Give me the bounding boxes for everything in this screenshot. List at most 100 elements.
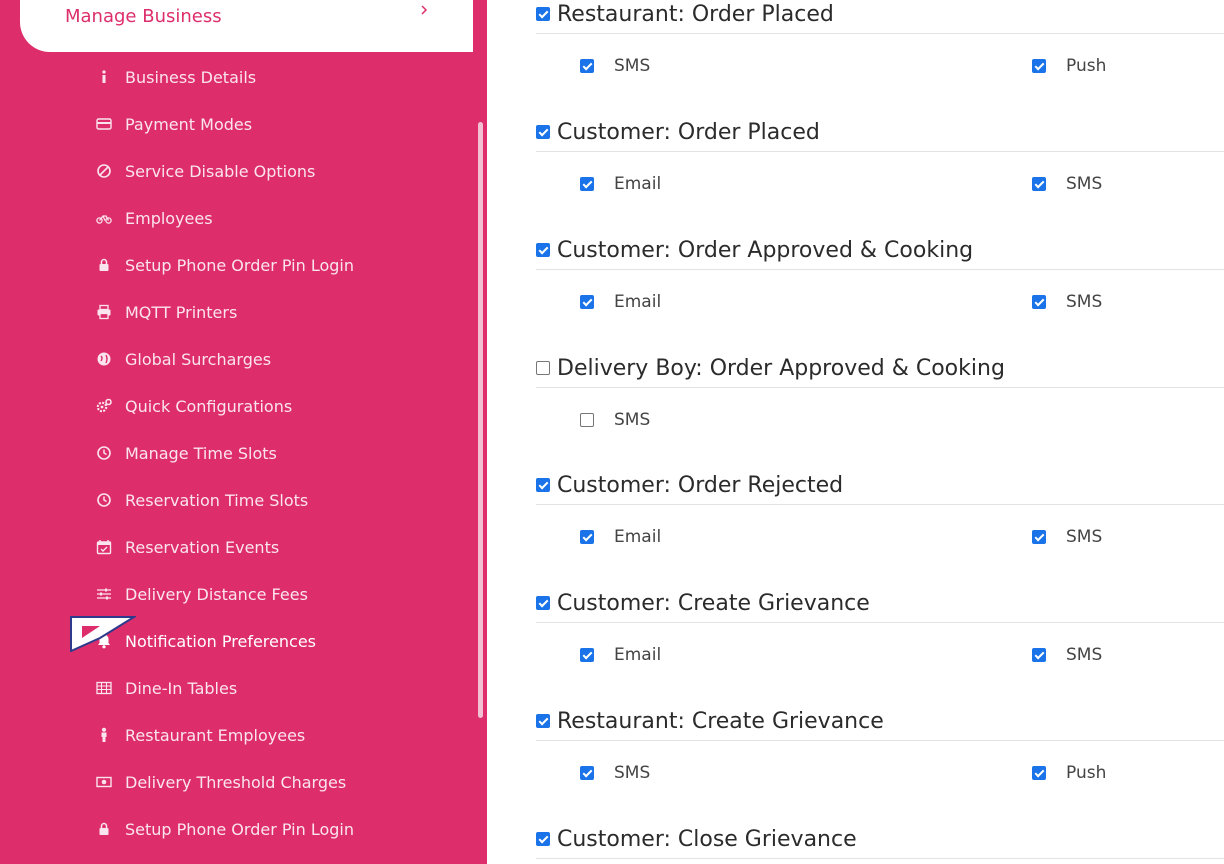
notification-channel-option[interactable]: SMS: [580, 410, 650, 430]
sidebar-item-service-disable-options[interactable]: Service Disable Options: [93, 159, 453, 183]
menu-manage-business-label: Manage Business: [65, 6, 222, 27]
money-icon: [93, 774, 115, 790]
sidebar-item-quick-configurations[interactable]: Quick Configurations: [93, 394, 453, 418]
channel-label: Push: [1066, 763, 1107, 783]
divider: [536, 33, 1224, 34]
sidebar-item-setup-phone-order-pin-login[interactable]: Setup Phone Order Pin Login: [93, 253, 453, 277]
sidebar-item-notification-preferences[interactable]: Notification Preferences: [93, 629, 453, 653]
notification-channel-option[interactable]: Push: [1032, 763, 1106, 783]
sidebar-item-payment-modes[interactable]: Payment Modes: [93, 112, 453, 136]
sidebar-item-reservation-time-slots[interactable]: Reservation Time Slots: [93, 488, 453, 512]
sidebar-item-label: Setup Phone Order Pin Login: [125, 255, 354, 275]
channel-checkbox[interactable]: [1032, 530, 1046, 544]
channel-label: Email: [614, 292, 662, 312]
notification-group-header[interactable]: Restaurant: Create Grievance: [536, 703, 1224, 739]
channel-label: SMS: [1066, 292, 1103, 312]
group-checkbox[interactable]: [536, 125, 550, 139]
notification-group-header[interactable]: Customer: Order Rejected: [536, 467, 1224, 503]
notification-channel-option[interactable]: SMS: [1032, 527, 1102, 547]
sidebar-item-label: Business Details: [125, 67, 257, 87]
notification-channel-option[interactable]: Email: [580, 174, 661, 194]
channel-checkbox[interactable]: [580, 295, 594, 309]
globe-icon: [93, 351, 115, 367]
notification-group-header[interactable]: Customer: Order Placed: [536, 114, 1224, 150]
channel-label: Email: [614, 527, 662, 547]
sidebar-item-label: Manage Time Slots: [125, 443, 277, 463]
sidebar-item-employees[interactable]: Employees: [93, 206, 453, 230]
printer-icon: [93, 304, 115, 320]
sidebar-item-delivery-distance-fees[interactable]: Delivery Distance Fees: [93, 582, 453, 606]
channel-checkbox[interactable]: [580, 766, 594, 780]
channel-label: SMS: [614, 410, 651, 430]
channel-checkbox[interactable]: [580, 413, 594, 427]
group-checkbox[interactable]: [536, 714, 550, 728]
sidebar-item-setup-phone-order-pin-login[interactable]: Setup Phone Order Pin Login: [93, 817, 453, 841]
notification-channel-option[interactable]: Email: [580, 292, 661, 312]
divider: [536, 622, 1224, 623]
sidebar-item-global-surcharges[interactable]: Global Surcharges: [93, 347, 453, 371]
notification-group-header[interactable]: Delivery Boy: Order Approved & Cooking: [536, 350, 1224, 386]
notification-group-header[interactable]: Customer: Create Grievance: [536, 585, 1224, 621]
channel-checkbox[interactable]: [1032, 648, 1046, 662]
sidebar-item-label: Dine-In Tables: [125, 678, 238, 698]
channel-checkbox[interactable]: [580, 177, 594, 191]
sliders-icon: [93, 586, 115, 602]
sidebar-scrollbar[interactable]: [478, 122, 483, 718]
channel-checkbox[interactable]: [580, 530, 594, 544]
notification-group-title: Customer: Create Grievance: [557, 590, 870, 616]
notification-preferences-panel: Restaurant: Order Placed SMS Push Customer:…: [487, 0, 1224, 864]
notification-channel-option[interactable]: Email: [580, 527, 661, 547]
sidebar-item-label: Delivery Distance Fees: [125, 584, 308, 604]
group-checkbox[interactable]: [536, 596, 550, 610]
notification-group-title: Customer: Order Placed: [557, 119, 820, 145]
divider: [536, 387, 1224, 388]
channel-checkbox[interactable]: [1032, 295, 1046, 309]
sidebar-item-label: Payment Modes: [125, 114, 253, 134]
notification-channel-option[interactable]: SMS: [1032, 174, 1102, 194]
group-checkbox[interactable]: [536, 478, 550, 492]
sidebar-item-restaurant-employees[interactable]: Restaurant Employees: [93, 723, 453, 747]
divider: [536, 269, 1224, 270]
channel-checkbox[interactable]: [580, 648, 594, 662]
group-checkbox[interactable]: [536, 243, 550, 257]
notification-channel-option[interactable]: SMS: [1032, 292, 1102, 312]
group-checkbox[interactable]: [536, 7, 550, 21]
credit-card-icon: [93, 116, 115, 132]
info-icon: [93, 69, 115, 85]
notification-channel-option[interactable]: SMS: [580, 56, 650, 76]
sidebar-item-manage-time-slots[interactable]: Manage Time Slots: [93, 441, 453, 465]
notification-group-title: Delivery Boy: Order Approved & Cooking: [557, 355, 1005, 381]
sidebar-item-label: Service Disable Options: [125, 161, 316, 181]
channel-label: Email: [614, 174, 662, 194]
sidebar-item-reservation-events[interactable]: Reservation Events: [93, 535, 453, 559]
notification-group-title: Customer: Close Grievance: [557, 826, 857, 852]
sidebar-item-delivery-threshold-charges[interactable]: Delivery Threshold Charges: [93, 770, 453, 794]
notification-channel-option[interactable]: Push: [1032, 56, 1106, 76]
sidebar-item-label: Restaurant Employees: [125, 725, 306, 745]
channel-label: Email: [614, 645, 662, 665]
notification-group-header[interactable]: Customer: Close Grievance: [536, 821, 1224, 857]
channel-checkbox[interactable]: [1032, 177, 1046, 191]
sidebar-item-mqtt-printers[interactable]: MQTT Printers: [93, 300, 453, 324]
sidebar-item-label: Employees: [125, 208, 213, 228]
notification-group-header[interactable]: Customer: Order Approved & Cooking: [536, 232, 1224, 268]
notification-group-header[interactable]: Restaurant: Order Placed: [536, 0, 1224, 32]
group-checkbox[interactable]: [536, 832, 550, 846]
notification-channel-option[interactable]: Email: [580, 645, 661, 665]
divider: [536, 504, 1224, 505]
channel-checkbox[interactable]: [1032, 766, 1046, 780]
sidebar-item-label: Notification Preferences: [125, 631, 316, 651]
notification-channel-option[interactable]: SMS: [580, 763, 650, 783]
channel-checkbox[interactable]: [1032, 59, 1046, 73]
sidebar-item-business-details[interactable]: Business Details: [93, 65, 453, 89]
sidebar-item-label: Reservation Time Slots: [125, 490, 309, 510]
notification-group-title: Customer: Order Approved & Cooking: [557, 237, 974, 263]
channel-checkbox[interactable]: [580, 59, 594, 73]
group-checkbox[interactable]: [536, 361, 550, 375]
menu-manage-business[interactable]: Manage Business: [20, 0, 473, 52]
ban-icon: [93, 163, 115, 179]
channel-label: SMS: [1066, 174, 1103, 194]
notification-channel-option[interactable]: SMS: [1032, 645, 1102, 665]
sidebar-item-dine-in-tables[interactable]: Dine-In Tables: [93, 676, 453, 700]
sidebar-item-label: Setup Phone Order Pin Login: [125, 819, 354, 839]
